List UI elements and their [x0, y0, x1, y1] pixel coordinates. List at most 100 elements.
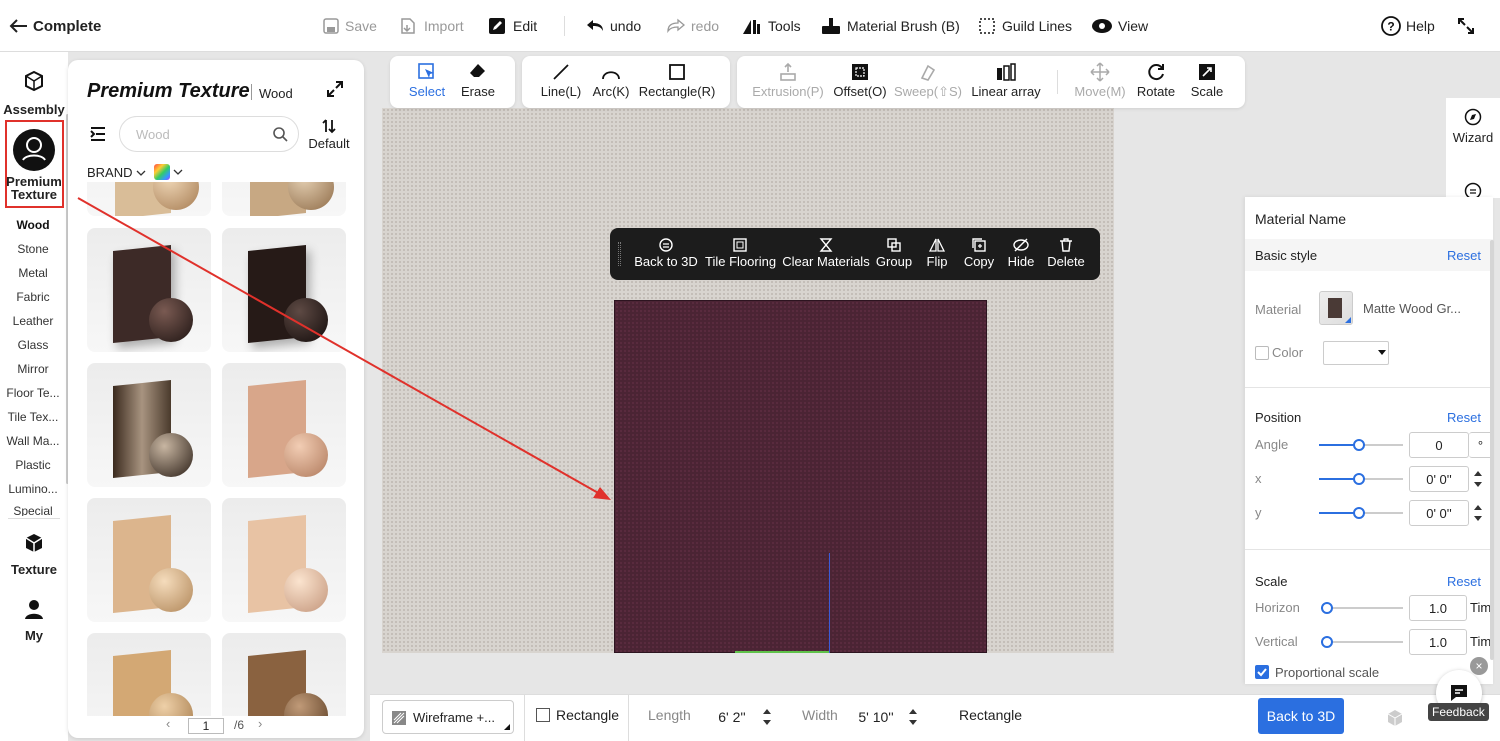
category-item[interactable]: Fabric: [0, 290, 66, 304]
texture-tile[interactable]: [222, 498, 346, 622]
help-button[interactable]: ? Help: [1381, 14, 1435, 38]
width-input[interactable]: 5' 10'': [848, 700, 904, 734]
angle-input[interactable]: 0: [1409, 432, 1469, 458]
texture-tile[interactable]: [87, 363, 211, 487]
import-button[interactable]: Import: [399, 14, 464, 38]
move-tool[interactable]: Move(M): [1073, 60, 1127, 99]
texture-tile[interactable]: [87, 228, 211, 352]
fullscreen-button[interactable]: [1456, 14, 1476, 38]
y-stepper[interactable]: [1473, 501, 1483, 525]
x-slider[interactable]: [1319, 473, 1403, 485]
rail-my[interactable]: My: [0, 598, 68, 643]
edit-menu[interactable]: Edit: [488, 14, 537, 38]
sweep-tool[interactable]: Sweep(⇧S): [894, 60, 962, 100]
line-tool[interactable]: Line(L): [534, 60, 588, 99]
copy-button[interactable]: Copy: [960, 236, 998, 269]
reset-scale-button[interactable]: Reset: [1447, 574, 1481, 589]
rail-texture[interactable]: Texture: [0, 532, 68, 577]
material-brush-button[interactable]: Material Brush (B): [820, 14, 960, 38]
view-menu[interactable]: View: [1091, 14, 1148, 38]
rotate-tool[interactable]: Rotate: [1133, 60, 1179, 99]
vertical-slider[interactable]: [1321, 636, 1403, 648]
flip-button[interactable]: Flip: [920, 236, 954, 269]
close-icon[interactable]: ×: [1470, 657, 1488, 675]
material-swatch[interactable]: [1319, 291, 1353, 325]
back-to-3d-button[interactable]: Back to 3D: [1258, 698, 1344, 734]
category-item[interactable]: Stone: [0, 242, 66, 256]
category-item[interactable]: Plastic: [0, 458, 66, 472]
search-icon[interactable]: [272, 126, 288, 142]
cube-icon[interactable]: [1386, 709, 1404, 727]
select-tool[interactable]: Select: [404, 60, 450, 99]
drag-handle[interactable]: [618, 242, 621, 266]
undo-button[interactable]: undo: [585, 14, 641, 38]
rail-premium-texture[interactable]: Premium Texture: [0, 128, 68, 201]
texture-tile[interactable]: [222, 363, 346, 487]
texture-tile[interactable]: [222, 228, 346, 352]
category-item[interactable]: Special: [0, 504, 66, 516]
category-item[interactable]: Lumino...: [0, 482, 66, 496]
wizard-button[interactable]: Wizard: [1446, 108, 1500, 145]
panel-scrollbar[interactable]: [1490, 240, 1494, 660]
search-input[interactable]: Wood: [119, 116, 299, 152]
brand-filter[interactable]: BRAND: [87, 165, 146, 180]
category-item[interactable]: Leather: [0, 314, 66, 328]
width-stepper[interactable]: [908, 705, 918, 729]
color-filter[interactable]: [154, 164, 183, 180]
redo-button[interactable]: redo: [666, 14, 719, 38]
texture-tile[interactable]: [87, 498, 211, 622]
category-item[interactable]: Mirror: [0, 362, 66, 376]
tile-flooring-button[interactable]: Tile Flooring: [705, 236, 776, 269]
vertical-input[interactable]: 1.0: [1409, 629, 1467, 655]
offset-tool[interactable]: Offset(O): [832, 60, 888, 99]
category-item[interactable]: Metal: [0, 266, 66, 280]
erase-tool[interactable]: Erase: [454, 60, 502, 99]
page-input[interactable]: 1: [188, 718, 224, 734]
extrusion-tool[interactable]: Extrusion(P): [751, 60, 825, 99]
color-checkbox[interactable]: [1255, 346, 1269, 360]
hide-button[interactable]: Hide: [1004, 236, 1038, 269]
clear-materials-button[interactable]: Clear Materials: [782, 236, 870, 269]
length-input[interactable]: 6' 2'': [702, 700, 762, 734]
tools-menu[interactable]: Tools: [741, 14, 801, 38]
prev-page-button[interactable]: ‹: [166, 716, 170, 731]
delete-button[interactable]: Delete: [1044, 236, 1088, 269]
rectangle-tool[interactable]: Rectangle(R): [638, 60, 716, 99]
horizon-input[interactable]: 1.0: [1409, 595, 1467, 621]
texture-tile[interactable]: [87, 633, 211, 716]
arc-tool[interactable]: Arc(K): [590, 60, 632, 99]
color-select[interactable]: [1323, 341, 1389, 365]
texture-tile[interactable]: [87, 182, 211, 216]
rectangle-toggle[interactable]: Rectangle: [536, 707, 619, 723]
proportional-checkbox[interactable]: [1255, 665, 1269, 679]
back-to-3d-ctx-button[interactable]: Back to 3D: [634, 236, 698, 269]
selected-surface[interactable]: [614, 300, 987, 653]
category-item[interactable]: Wood: [0, 218, 66, 232]
category-item[interactable]: Glass: [0, 338, 66, 352]
texture-tile[interactable]: [222, 633, 346, 716]
length-stepper[interactable]: [762, 705, 772, 729]
scale-tool[interactable]: Scale: [1185, 60, 1229, 99]
category-item[interactable]: Wall Ma...: [0, 434, 66, 448]
save-button[interactable]: Save: [322, 14, 377, 38]
rail-assembly[interactable]: Assembly: [0, 70, 68, 117]
linear-array-tool[interactable]: Linear array: [970, 60, 1042, 99]
menu-indent-icon[interactable]: [89, 126, 107, 142]
horizon-slider[interactable]: [1321, 602, 1403, 614]
expand-icon[interactable]: [326, 80, 344, 98]
y-slider[interactable]: [1319, 507, 1403, 519]
x-input[interactable]: 0' 0'': [1409, 466, 1469, 492]
texture-tile[interactable]: [222, 182, 346, 216]
reset-position-button[interactable]: Reset: [1447, 410, 1481, 425]
next-page-button[interactable]: ›: [258, 716, 262, 731]
guild-lines-button[interactable]: Guild Lines: [977, 14, 1072, 38]
x-stepper[interactable]: [1473, 467, 1483, 491]
group-button[interactable]: Group: [874, 236, 914, 269]
angle-slider[interactable]: [1319, 439, 1403, 451]
list-icon[interactable]: [1464, 182, 1482, 198]
render-mode-select[interactable]: Wireframe +...: [382, 700, 514, 734]
category-item[interactable]: Floor Te...: [0, 386, 66, 400]
reset-basic-button[interactable]: Reset: [1447, 248, 1481, 263]
category-item[interactable]: Tile Tex...: [0, 410, 66, 424]
sort-button[interactable]: Default: [302, 118, 356, 151]
